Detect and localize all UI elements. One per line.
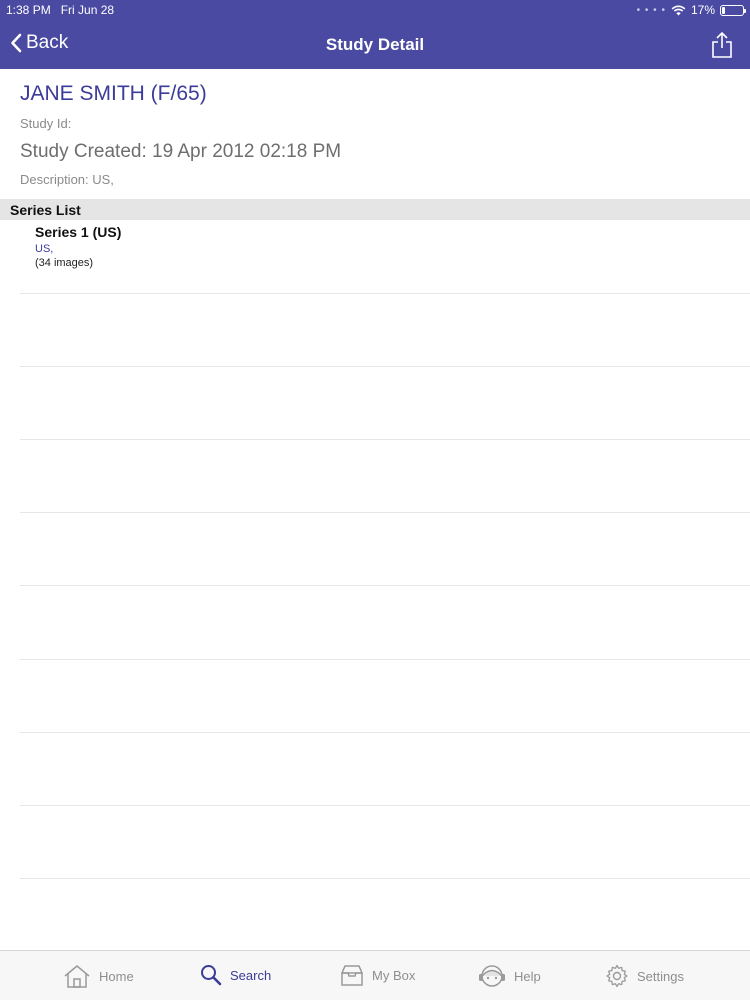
study-description: Description: US, — [20, 172, 114, 187]
row-separator — [20, 659, 750, 660]
series-image-count: (34 images) — [35, 257, 94, 269]
series-list-header: Series List — [0, 199, 750, 220]
status-bar: 1:38 PM Fri Jun 28 • • • • 17% — [0, 0, 750, 20]
tab-search-label: Search — [230, 967, 272, 983]
row-separator — [20, 512, 750, 513]
row-separator — [20, 439, 750, 440]
series-modality: US, — [35, 243, 54, 255]
row-separator — [20, 732, 750, 733]
navigation-bar: Back Study Detail — [0, 20, 750, 69]
header-bar: 1:38 PM Fri Jun 28 • • • • 17% Back Stud… — [0, 0, 750, 69]
patient-name: JANE SMITH (F/65) — [20, 82, 207, 105]
series-name: Series 1 (US) — [35, 224, 122, 240]
series-list-title: Series List — [10, 202, 81, 218]
tab-search[interactable]: Search — [200, 964, 271, 986]
inbox-icon — [341, 965, 363, 986]
row-separator — [20, 805, 750, 806]
signal-dots-icon: • • • • — [636, 4, 666, 16]
row-separator — [20, 878, 750, 879]
status-right: • • • • 17% — [636, 3, 746, 17]
tab-my-box[interactable]: My Box — [340, 964, 415, 986]
battery-icon — [720, 4, 746, 16]
help-icon — [479, 965, 505, 987]
row-separator — [20, 293, 750, 294]
page-title: Study Detail — [325, 35, 425, 54]
row-separator — [20, 585, 750, 586]
status-date: Fri Jun 28 — [60, 3, 115, 17]
tab-help[interactable]: Help — [478, 964, 541, 988]
tab-help-label: Help — [514, 968, 541, 984]
study-id: Study Id: — [20, 116, 72, 131]
wifi-icon — [671, 5, 686, 15]
series-list-item[interactable]: Series 1 (US) US, (34 images) — [35, 224, 121, 269]
tab-settings[interactable]: Settings — [605, 964, 684, 988]
study-created: Study Created: 19 Apr 2012 02:18 PM — [20, 141, 342, 162]
status-time: 1:38 PM — [6, 3, 51, 17]
gear-icon — [606, 964, 628, 988]
tab-my-box-label: My Box — [372, 967, 416, 983]
search-icon — [201, 965, 222, 986]
tab-home-label: Home — [99, 968, 134, 984]
tab-home[interactable]: Home — [63, 964, 134, 988]
share-icon[interactable] — [710, 31, 734, 59]
tab-bar: Home Search My Box Help Settings — [0, 950, 750, 1000]
battery-percent: 17% — [690, 3, 715, 17]
tab-settings-label: Settings — [637, 968, 684, 984]
home-icon — [64, 965, 90, 988]
row-separator — [20, 366, 750, 367]
status-time-date: 1:38 PM Fri Jun 28 — [6, 3, 114, 17]
